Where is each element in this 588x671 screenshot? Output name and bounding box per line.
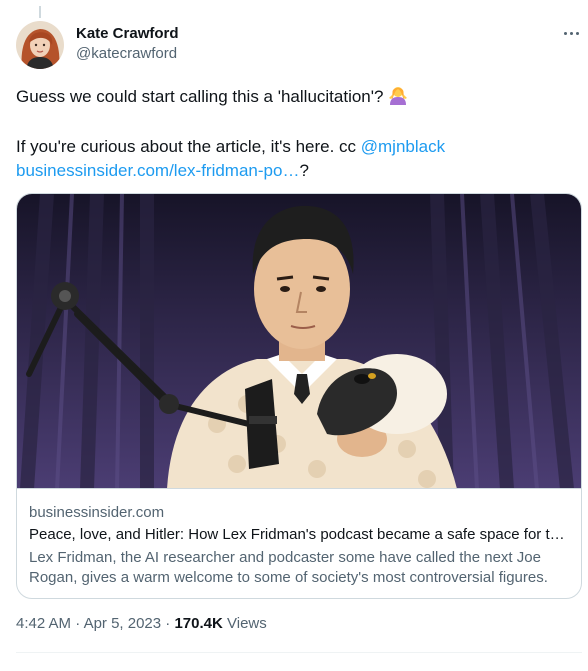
author-handle[interactable]: @katecrawford <box>76 44 179 64</box>
tweet-line-2-text: If you're curious about the article, it'… <box>16 137 361 156</box>
article-url-link[interactable]: businessinsider.com/lex-fridman-po… <box>16 161 299 180</box>
tweet-line-1: Guess we could start calling this a 'hal… <box>16 85 576 112</box>
thread-connector-line <box>39 6 41 18</box>
article-preview-image[interactable] <box>17 194 581 489</box>
author-display-name[interactable]: Kate Crawford <box>76 24 179 44</box>
tweet-header: Kate Crawford @katecrawford <box>16 21 582 69</box>
card-meta: businessinsider.com Peace, love, and Hit… <box>29 503 573 588</box>
views-count: 170.4K <box>174 615 223 632</box>
url-suffix-text: ? <box>299 161 309 180</box>
tweet-time[interactable]: 4:42 AM <box>16 615 71 632</box>
meta-separator: · <box>161 615 175 632</box>
link-preview-card[interactable]: businessinsider.com Peace, love, and Hit… <box>16 193 582 599</box>
card-title[interactable]: Peace, love, and Hitler: How Lex Fridman… <box>29 525 569 545</box>
more-options-icon[interactable] <box>560 25 582 41</box>
avatar[interactable] <box>16 21 64 69</box>
meta-separator: · <box>71 615 84 632</box>
mention-link[interactable]: @mjnblack <box>361 137 445 156</box>
tweet-line-3: businessinsider.com/lex-fridman-po…? <box>16 159 576 183</box>
card-domain: businessinsider.com <box>29 504 165 521</box>
tweet-meta: 4:42 AM · Apr 5, 2023 · 170.4K Views <box>16 614 267 634</box>
tweet-date[interactable]: Apr 5, 2023 <box>84 615 162 632</box>
card-description: Lex Fridman, the AI researcher and podca… <box>29 549 548 586</box>
person-shrugging-emoji-icon <box>388 85 408 112</box>
tweet-line-2: If you're curious about the article, it'… <box>16 135 576 159</box>
divider <box>16 652 582 653</box>
views-label: Views <box>222 615 267 632</box>
tweet-text: Guess we could start calling this a 'hal… <box>16 85 576 183</box>
tweet-line-1-text: Guess we could start calling this a 'hal… <box>16 87 389 106</box>
author-names: Kate Crawford @katecrawford <box>76 24 179 64</box>
